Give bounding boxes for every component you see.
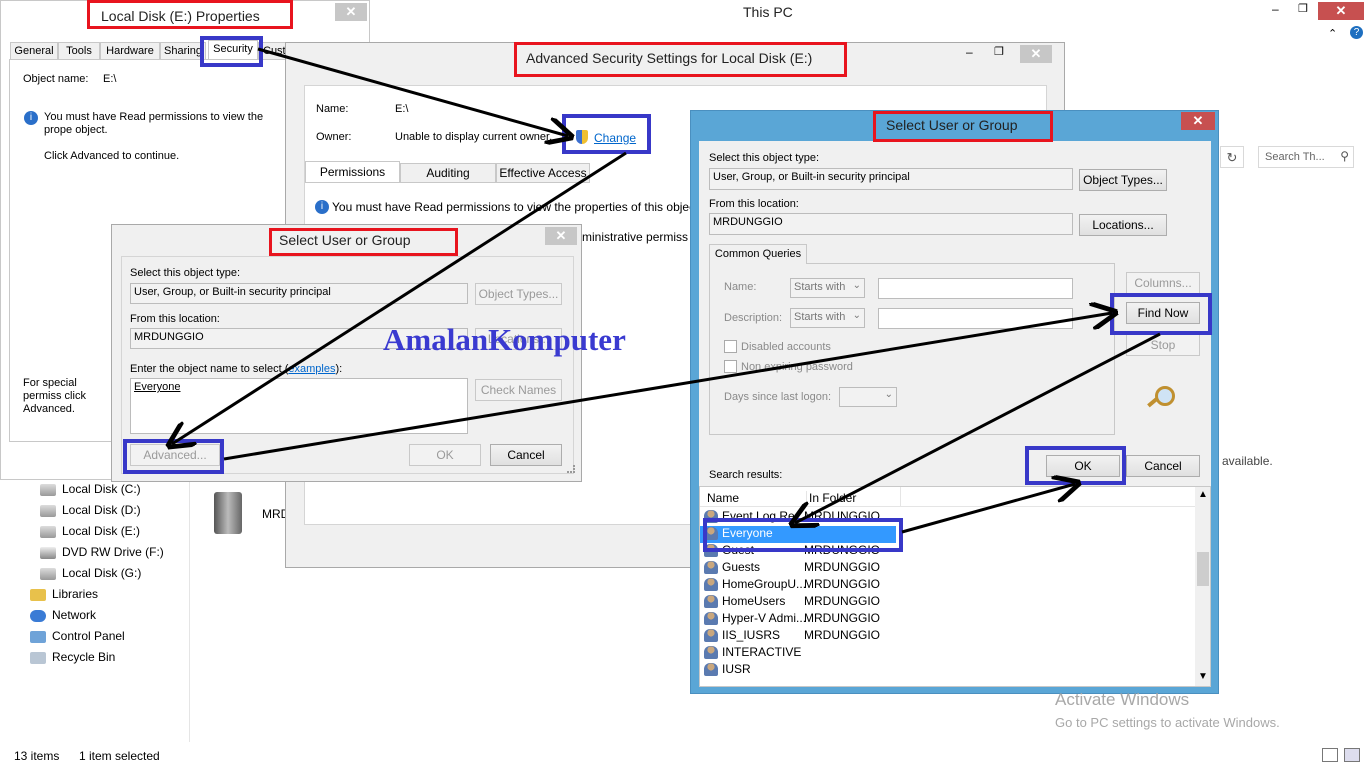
tutorial-arrows — [0, 47, 1161, 534]
arrow-change-to-advanced-button — [172, 151, 627, 444]
arrow-find-now-to-everyone — [795, 332, 1161, 523]
arrow-security-to-change — [257, 47, 568, 136]
arrow-everyone-to-ok — [901, 484, 1075, 534]
arrow-advanced-to-find-now — [223, 313, 1112, 461]
